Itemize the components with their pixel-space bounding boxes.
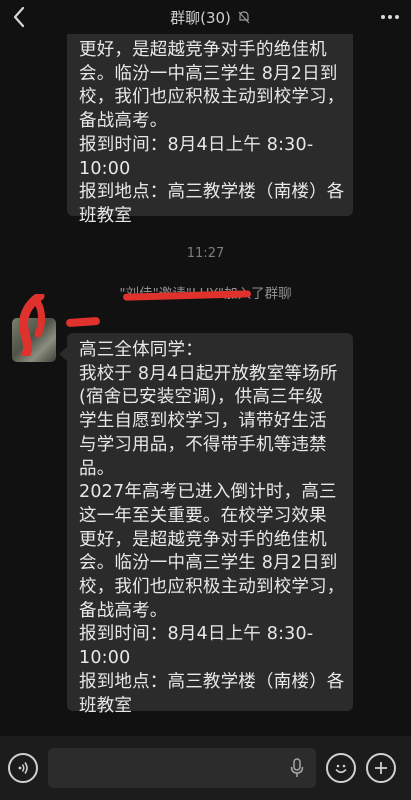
message-input[interactable] [48, 748, 316, 788]
bell-off-icon [238, 11, 250, 24]
message-line: 班教室 [79, 695, 133, 716]
message-line: 班教室 [79, 205, 133, 226]
message-line: 校，我们也应积极主动到校学习， [79, 87, 345, 108]
message-line: 会。临汾一中高三学生 8月2日到 [79, 63, 338, 84]
microphone-icon[interactable] [290, 758, 304, 778]
message-line: 我校于 8月4日起开放教室等场所 [79, 363, 338, 384]
redaction-scribble-avatar [19, 294, 46, 356]
message-line: 报到时间：8月4日上午 8:30- [79, 624, 314, 645]
message-line: 会。临汾一中高三学生 8月2日到 [79, 553, 338, 574]
redaction-mark-sender [65, 316, 101, 328]
ellipsis-icon [380, 15, 399, 19]
message-line: 这一年至关重要。在校学习效果 [79, 505, 327, 526]
message-line: 高三全体同学： [79, 340, 203, 360]
message-line: (宿舍已安装空调)，供高三年级 [79, 387, 324, 408]
message-line: 10:00 [79, 648, 131, 669]
chat-screen: 群聊(30) 更好，是超越竞争对手的绝佳机 会。临汾一中高三学生 8月2日到 校… [0, 0, 411, 800]
more-button[interactable] [380, 15, 399, 19]
emoji-icon [335, 764, 347, 774]
chat-header: 群聊(30) [0, 0, 411, 34]
message-line: 报到地点：高三教学楼（南楼）各 [79, 182, 345, 203]
message-line: 校，我们也应积极主动到校学习， [79, 577, 345, 598]
message-line: 更好，是超越竞争对手的绝佳机 [79, 529, 327, 550]
message-line: 品。 [79, 458, 115, 479]
message-line: 与学习用品，不得带手机等违禁 [79, 434, 327, 455]
message-line: 10:00 [79, 158, 131, 179]
message-line: 2027年高考已进入倒计时，高三 [79, 482, 337, 503]
message-line: 备战高考。 [79, 111, 168, 132]
message-bubble[interactable]: 高三全体同学： 我校于 8月4日起开放教室等场所 (宿舍已安装空调)，供高三年级… [59, 333, 353, 716]
more-actions-button[interactable] [366, 753, 396, 783]
message-line: 报到时间：8月4日上午 8:30- [79, 134, 314, 155]
message-line: 备战高考。 [79, 600, 168, 621]
back-button[interactable] [12, 3, 40, 31]
message-line: 学生自愿到校学习，请带好生活 [79, 411, 327, 432]
emoji-button[interactable] [326, 753, 356, 783]
message-bubble-previous[interactable]: 更好，是超越竞争对手的绝佳机 会。临汾一中高三学生 8月2日到 校，我们也应积极… [67, 33, 353, 226]
plus-icon [375, 762, 387, 774]
timestamp: 11:27 [186, 246, 225, 261]
voice-icon [18, 762, 28, 774]
chat-title: 群聊(30) [170, 8, 231, 27]
chevron-left-icon [13, 6, 25, 28]
input-bar [0, 736, 411, 800]
voice-toggle-button[interactable] [8, 753, 38, 783]
chat-title-wrap[interactable]: 群聊(30) [170, 7, 251, 28]
message-line: 报到地点：高三教学楼（南楼）各 [79, 671, 345, 692]
message-line: 更好，是超越竞争对手的绝佳机 [79, 40, 327, 60]
